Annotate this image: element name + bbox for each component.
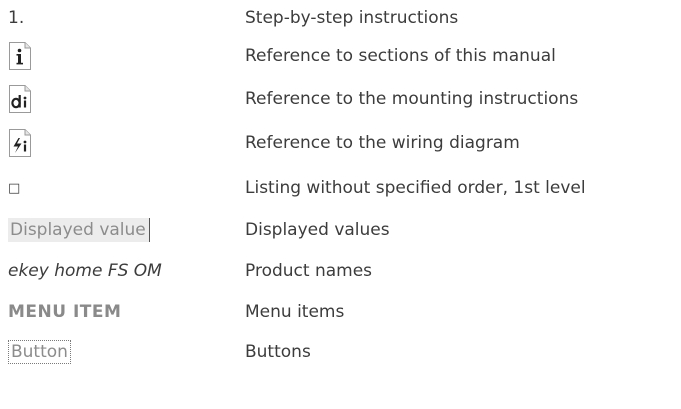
legend-description: Product names: [245, 261, 373, 281]
displayed-value-sample: Displayed value: [8, 218, 150, 242]
legend-row-product-names: ekey home FS OM Product names: [0, 253, 681, 289]
legend-row-displayed-values: Displayed value Displayed values: [0, 212, 681, 248]
legend-row-menu-items: MENU ITEM Menu items: [0, 294, 681, 330]
button-sample: Button: [8, 340, 71, 364]
numbered-step-symbol: 1.: [8, 8, 25, 28]
wiring-doc-icon: [9, 129, 31, 157]
legend-description: Reference to sections of this manual: [245, 46, 556, 66]
legend-description: Step-by-step instructions: [245, 8, 459, 28]
legend-row-wiring-reference: Reference to the wiring diagram: [0, 125, 681, 161]
legend-row-buttons: Button Buttons: [0, 334, 681, 370]
legend-description: Listing without specified order, 1st lev…: [245, 178, 586, 198]
legend-row-step-instructions: 1. Step-by-step instructions: [0, 0, 681, 36]
menu-item-sample: MENU ITEM: [8, 302, 122, 322]
product-name-sample: ekey home FS OM: [8, 261, 162, 281]
mounting-doc-icon: [9, 85, 31, 113]
square-bullet-icon: □: [8, 180, 21, 196]
legend-description: Reference to the wiring diagram: [245, 133, 520, 153]
legend-description: Reference to the mounting instructions: [245, 89, 579, 109]
legend-row-mounting-reference: Reference to the mounting instructions: [0, 81, 681, 117]
legend-description: Menu items: [245, 302, 345, 322]
legend-description: Displayed values: [245, 220, 390, 240]
symbol-legend: 1. Step-by-step instructions Reference t…: [0, 0, 681, 409]
legend-description: Buttons: [245, 342, 311, 362]
info-manual-icon: [9, 42, 31, 70]
legend-row-unordered-listing: □ Listing without specified order, 1st l…: [0, 170, 681, 206]
legend-row-manual-reference: Reference to sections of this manual: [0, 38, 681, 74]
